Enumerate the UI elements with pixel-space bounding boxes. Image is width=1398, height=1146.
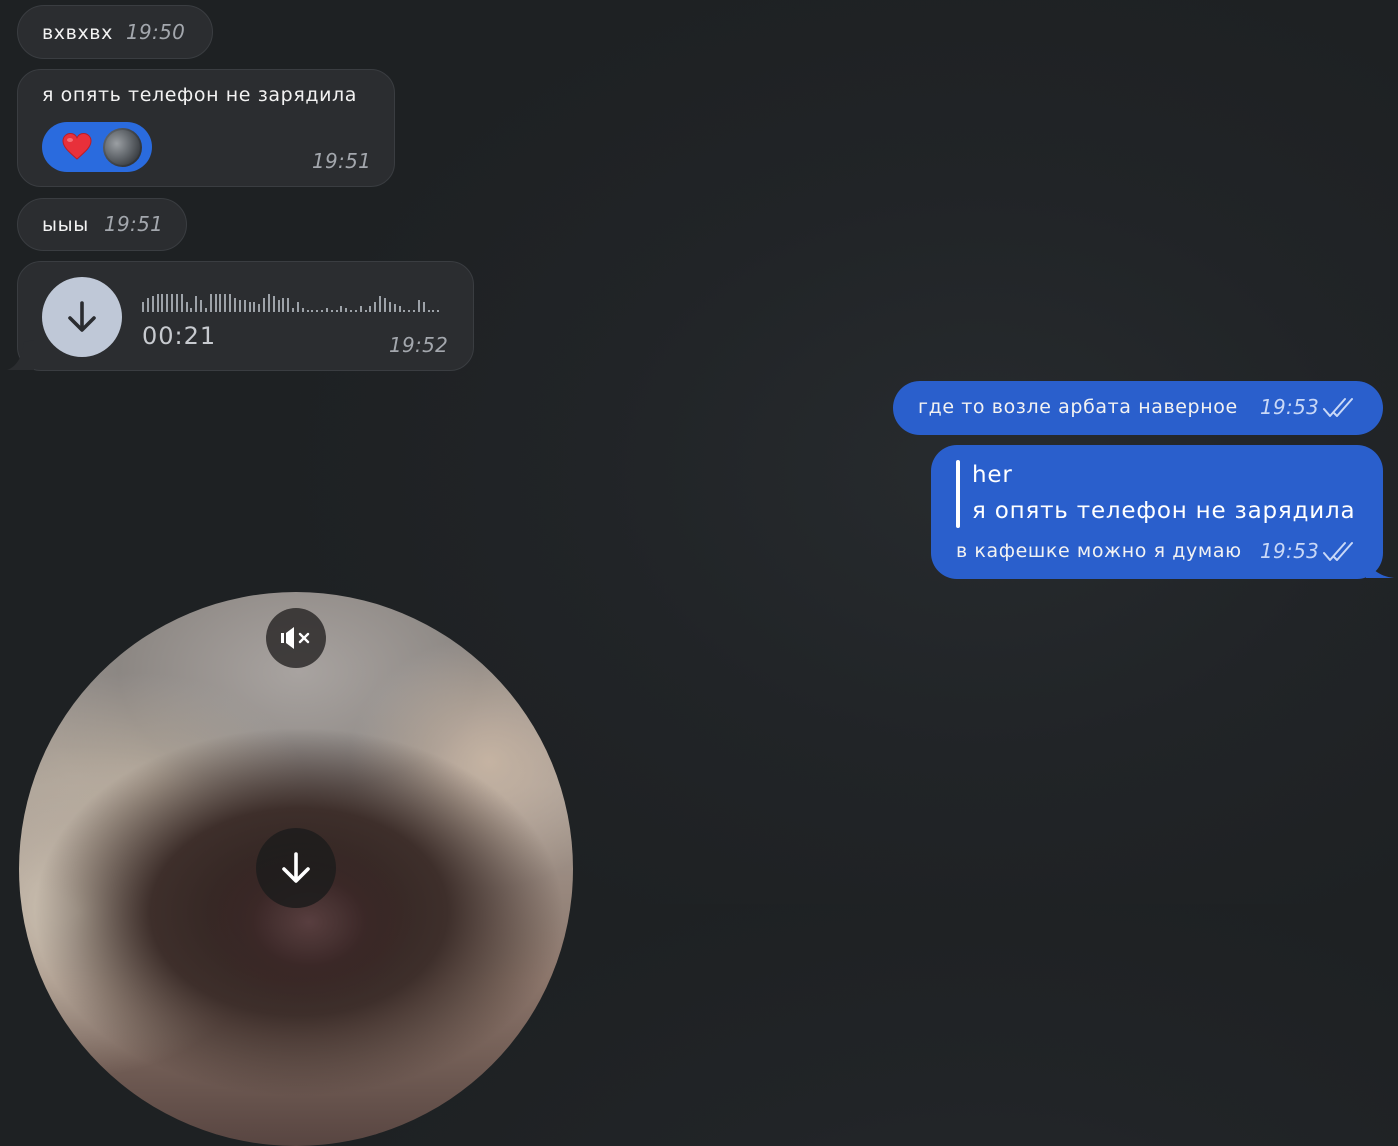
waveform-bar [166, 294, 169, 312]
waveform-bar [287, 298, 290, 312]
waveform-bar [233, 298, 236, 312]
message-text: ыыы [42, 214, 89, 236]
message-time: 19:51 [312, 149, 372, 173]
waveform-bar [156, 294, 159, 312]
voice-duration: 00:21 [142, 322, 217, 350]
waveform-bar [200, 300, 203, 312]
waveform-bar [359, 306, 362, 312]
message-text: где то возле арбата наверное [918, 396, 1238, 418]
waveform-bar [417, 300, 420, 312]
waveform-bar [350, 310, 353, 312]
waveform-bar [393, 304, 396, 312]
bubble-tail [1366, 558, 1394, 578]
waveform-bar [243, 300, 246, 312]
waveform-bar [180, 294, 183, 312]
waveform-bar [253, 302, 256, 312]
message-time: 19:50 [126, 20, 186, 44]
waveform-bar [219, 294, 222, 312]
waveform-bar [214, 294, 217, 312]
message-text: в кафешке можно я думаю [956, 540, 1242, 562]
message-time: 19:53 [1260, 539, 1320, 563]
mute-button[interactable] [266, 608, 326, 668]
waveform-bar [263, 298, 265, 312]
waveform-bar [272, 296, 275, 312]
waveform-bar [311, 310, 314, 312]
waveform-bar [379, 296, 382, 312]
waveform-bar [335, 310, 338, 312]
reaction-pill[interactable] [42, 122, 152, 172]
double-check-icon [1323, 542, 1353, 561]
voice-message[interactable]: 00:21 19:52 [17, 261, 474, 371]
waveform-bar [427, 310, 430, 312]
outgoing-reply-message[interactable]: her я опять телефон не зарядила в кафешк… [931, 445, 1383, 579]
bubble-tail [7, 340, 34, 370]
waveform-bar [398, 306, 401, 312]
waveform-bar [296, 302, 299, 312]
waveform-bar [224, 294, 227, 312]
waveform-bar [369, 306, 372, 312]
waveform-bar [151, 296, 154, 312]
waveform-bar [209, 294, 212, 312]
waveform-bar [171, 294, 173, 312]
chat-area: вхвхвх 19:50 я опять телефон не зарядила… [0, 0, 1398, 1146]
waveform-bar [277, 300, 280, 312]
reply-author[interactable]: her [972, 462, 1013, 488]
waveform-bar [364, 310, 367, 312]
waveform-bar [321, 310, 323, 312]
double-check-icon [1323, 398, 1353, 417]
waveform-bar [195, 296, 198, 312]
waveform-bar [267, 294, 270, 312]
download-icon [282, 852, 310, 883]
waveform-bar [383, 298, 386, 312]
waveform-bar [238, 300, 241, 312]
download-icon [68, 301, 96, 332]
waveform-bar [388, 302, 391, 312]
waveform-bar [301, 308, 304, 312]
waveform-bar [204, 308, 207, 312]
waveform-bar [185, 302, 188, 312]
waveform-bar [325, 308, 328, 312]
waveform-bar [142, 302, 144, 312]
waveform-bar [432, 310, 435, 312]
heart-icon [62, 132, 92, 160]
reply-quote[interactable]: я опять телефон не зарядила [972, 498, 1355, 524]
voice-download-button[interactable] [42, 277, 122, 357]
avatar [103, 128, 142, 167]
waveform-bar [306, 310, 309, 312]
waveform-bar [340, 306, 343, 312]
reply-bar [956, 460, 960, 528]
waveform-bar [190, 308, 193, 312]
waveform-bar [330, 310, 333, 312]
incoming-message[interactable]: вхвхвх 19:50 [17, 5, 213, 59]
voice-waveform[interactable] [142, 290, 442, 312]
message-time: 19:51 [104, 212, 164, 236]
incoming-message[interactable]: ыыы 19:51 [17, 198, 187, 251]
message-text: вхвхвх [42, 22, 113, 44]
waveform-bar [282, 298, 285, 312]
waveform-bar [408, 310, 411, 312]
waveform-bar [292, 308, 294, 312]
waveform-bar [161, 294, 164, 312]
waveform-bar [354, 310, 357, 312]
waveform-bar [413, 310, 415, 312]
waveform-bar [422, 302, 425, 312]
waveform-bar [229, 294, 232, 312]
incoming-message[interactable]: я опять телефон не зарядила 19:51 [17, 69, 395, 187]
waveform-bar [258, 304, 261, 312]
waveform-bar [146, 298, 149, 312]
waveform-bar [248, 302, 251, 312]
waveform-bar [316, 310, 319, 312]
message-text: я опять телефон не зарядила [42, 84, 358, 106]
video-download-button[interactable] [256, 828, 336, 908]
waveform-bar [437, 310, 440, 312]
waveform-bar [175, 294, 178, 312]
waveform-bar [345, 308, 348, 312]
waveform-bar [403, 310, 406, 312]
waveform-bar [374, 302, 377, 312]
outgoing-message[interactable]: где то возле арбата наверное 19:53 [893, 381, 1383, 435]
message-time: 19:52 [389, 333, 449, 357]
message-time: 19:53 [1260, 395, 1320, 419]
mute-icon [281, 627, 310, 649]
